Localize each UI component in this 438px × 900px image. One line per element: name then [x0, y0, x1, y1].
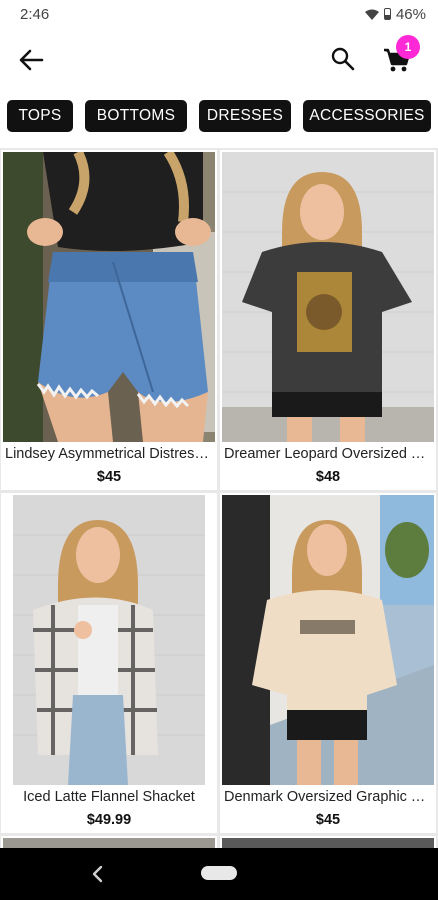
- product-image[interactable]: [3, 838, 215, 848]
- product-card[interactable]: [1, 836, 217, 848]
- category-tops[interactable]: TOPS: [7, 100, 73, 132]
- status-bar: 2:46 46%: [0, 0, 438, 28]
- category-dresses[interactable]: DRESSES: [199, 100, 291, 132]
- nav-home-pill[interactable]: [201, 866, 237, 880]
- product-name[interactable]: Denmark Oversized Graphic Tee: [224, 789, 432, 805]
- status-time: 2:46: [20, 5, 50, 23]
- product-card[interactable]: Iced Latte Flannel Shacket $49.99: [1, 493, 217, 833]
- category-accessories[interactable]: ACCESSORIES: [303, 100, 431, 132]
- system-nav-bar: [0, 848, 438, 900]
- product-image[interactable]: [3, 152, 215, 442]
- category-bottoms[interactable]: BOTTOMS: [85, 100, 187, 132]
- product-card[interactable]: Dreamer Leopard Oversized Tee $48: [220, 150, 436, 490]
- product-image[interactable]: [222, 838, 434, 848]
- back-arrow-icon[interactable]: [16, 45, 46, 75]
- category-bar: TOPS BOTTOMS DRESSES ACCESSORIES: [0, 100, 438, 134]
- product-image[interactable]: [222, 495, 434, 785]
- app-bar: 1: [0, 28, 438, 90]
- product-name[interactable]: Iced Latte Flannel Shacket: [5, 789, 213, 805]
- product-price: $48: [315, 469, 341, 485]
- product-image[interactable]: [222, 152, 434, 442]
- battery-icon: [383, 8, 391, 20]
- product-grid: Lindsey Asymmetrical Distressed Shorts $…: [0, 148, 438, 848]
- cart-count-badge: 1: [396, 35, 420, 59]
- product-image[interactable]: [3, 495, 215, 785]
- search-icon[interactable]: [330, 46, 356, 72]
- product-card[interactable]: Denmark Oversized Graphic Tee $45: [220, 493, 436, 833]
- product-price: $45: [96, 469, 122, 485]
- nav-back-icon[interactable]: [88, 864, 108, 884]
- product-card[interactable]: Lindsey Asymmetrical Distressed Shorts $…: [1, 150, 217, 490]
- product-price: $45: [315, 812, 341, 828]
- product-card[interactable]: [220, 836, 436, 848]
- status-icons: 46%: [364, 5, 426, 23]
- battery-percent: 46%: [395, 5, 426, 23]
- product-name[interactable]: Dreamer Leopard Oversized Tee: [224, 446, 432, 462]
- product-name[interactable]: Lindsey Asymmetrical Distressed Shorts: [5, 446, 213, 462]
- product-price: $49.99: [86, 812, 132, 828]
- wifi-icon: [364, 9, 379, 20]
